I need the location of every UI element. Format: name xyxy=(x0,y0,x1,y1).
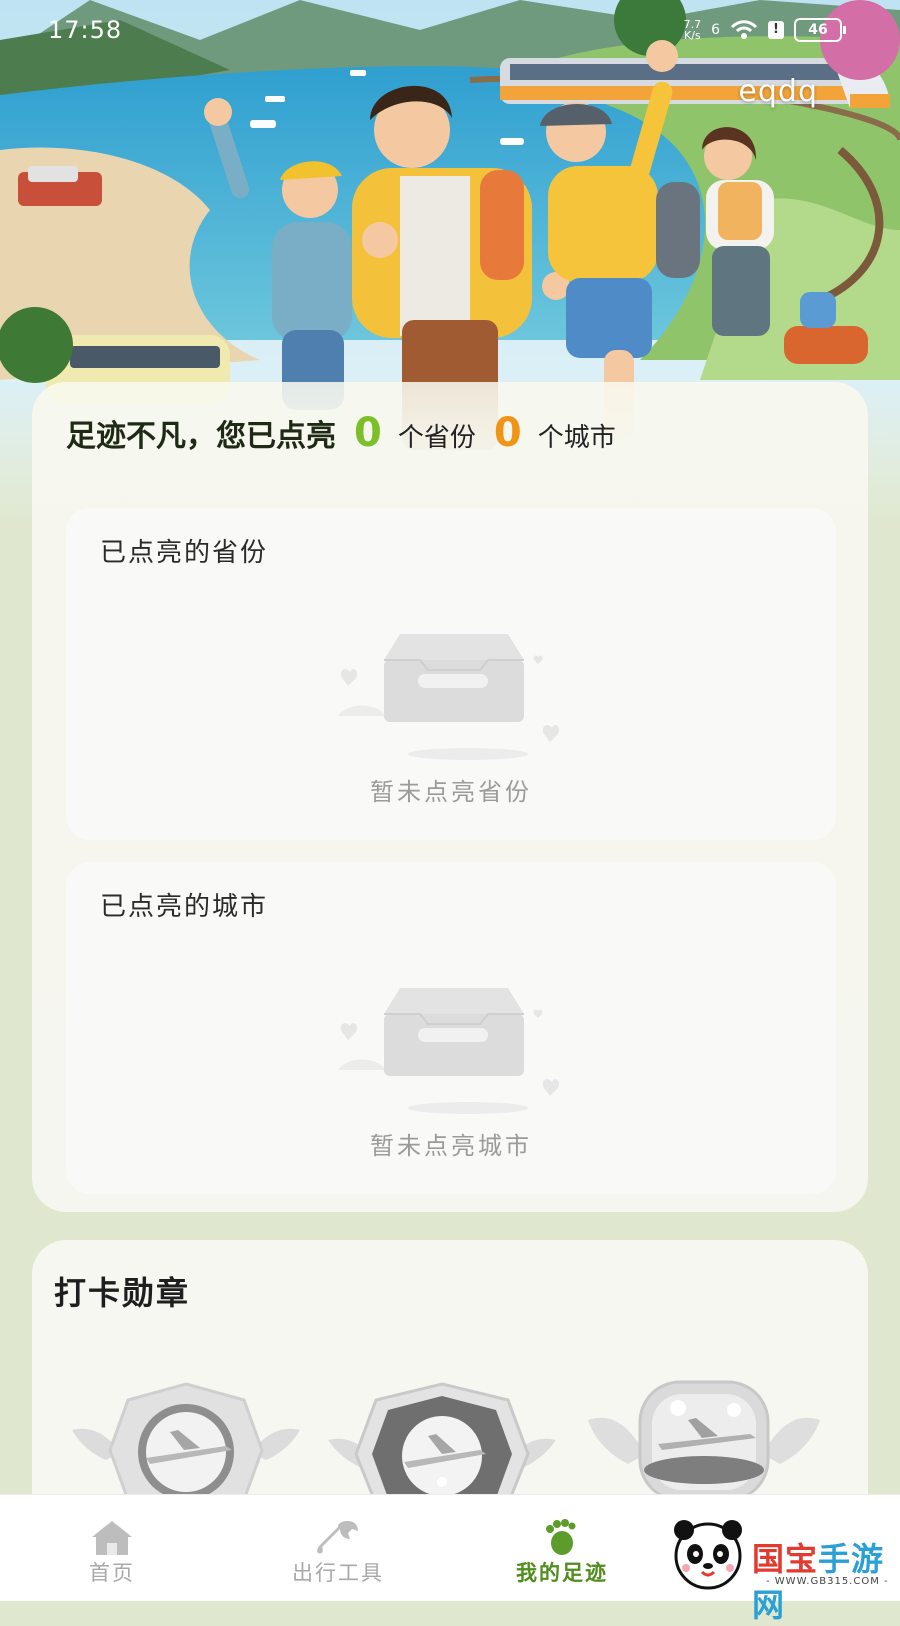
battery-icon: 46 xyxy=(794,18,846,42)
lit-cities-title: 已点亮的城市 xyxy=(100,892,269,922)
watermark-url: - WWW.GB315.COM - xyxy=(766,1576,889,1587)
lit-provinces-panel: 已点亮的省份 暂未点亮省份 xyxy=(66,508,836,840)
province-unit: 个省份 xyxy=(397,423,476,453)
badges-title: 打卡勋章 xyxy=(54,1274,191,1312)
nav-item-home[interactable]: 首页 xyxy=(12,1495,212,1601)
wifi-icon xyxy=(730,20,758,39)
footprint-summary: 足迹不凡，您已点亮 0 个省份 0 个城市 xyxy=(66,410,616,456)
cities-empty-text: 暂未点亮城市 xyxy=(370,1132,532,1160)
empty-box-icon xyxy=(338,634,560,760)
status-time: 17:58 xyxy=(48,16,123,44)
status-indicators: 7.7 K/s 6 ! 46 xyxy=(684,18,846,42)
nav-item-travel-tools[interactable]: 出行工具 xyxy=(238,1495,438,1601)
footprint-icon xyxy=(546,1519,576,1555)
status-bar: 17:58 7.7 K/s 6 ! 46 xyxy=(0,0,900,60)
username-label[interactable]: eqdq xyxy=(738,74,818,109)
nav-label-home: 首页 xyxy=(89,1561,135,1585)
footprint-summary-card: 足迹不凡，您已点亮 0 个省份 0 个城市 已点亮的省份 暂未点亮省份 已点亮的… xyxy=(32,382,868,1212)
watermark-brand-part1: 国宝 xyxy=(752,1540,819,1578)
airplane-badge-icon[interactable] xyxy=(584,1380,824,1500)
nav-label-my-footprint: 我的足迹 xyxy=(516,1561,608,1585)
nav-label-travel-tools: 出行工具 xyxy=(292,1561,384,1585)
home-icon xyxy=(92,1521,132,1555)
city-count: 0 xyxy=(493,410,522,456)
provinces-empty-text: 暂未点亮省份 xyxy=(370,778,532,806)
wrench-icon xyxy=(317,1521,358,1554)
lit-cities-panel: 已点亮的城市 暂未点亮城市 xyxy=(66,862,836,1194)
site-watermark: 国宝手游网 - WWW.GB315.COM - xyxy=(668,1506,900,1624)
signal-label: 6 xyxy=(711,22,720,38)
airplane-badge-icon[interactable] xyxy=(66,1380,306,1500)
empty-box-icon xyxy=(338,988,560,1114)
notification-alert-icon: ! xyxy=(768,21,784,39)
lit-provinces-title: 已点亮的省份 xyxy=(100,538,269,568)
airplane-badge-icon[interactable] xyxy=(322,1380,562,1500)
network-speed-unit: K/s xyxy=(684,29,701,42)
summary-lead-text: 足迹不凡，您已点亮 xyxy=(66,419,336,454)
province-count: 0 xyxy=(354,410,382,456)
city-unit: 个城市 xyxy=(537,423,616,453)
nav-item-my-footprint[interactable]: 我的足迹 xyxy=(462,1495,662,1601)
network-speed: 7.7 K/s xyxy=(684,19,702,41)
panda-logo-icon xyxy=(674,1520,742,1590)
